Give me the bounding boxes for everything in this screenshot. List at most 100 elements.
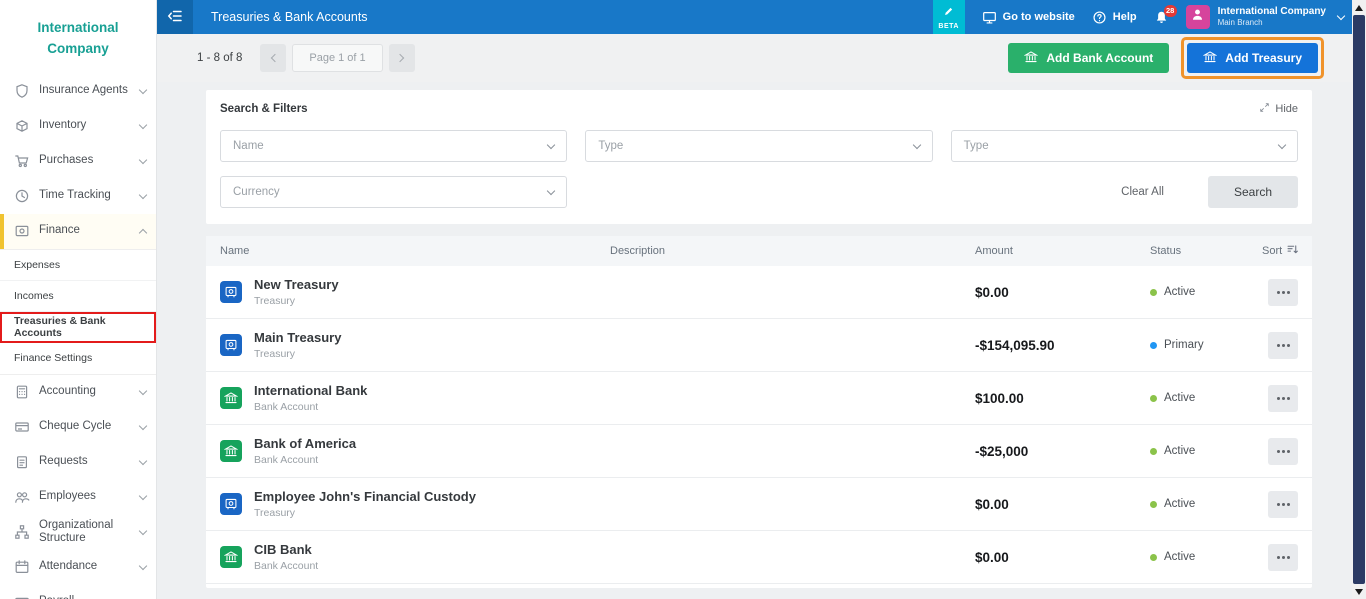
hide-filters-button[interactable]: Hide: [1259, 102, 1298, 116]
list-toolbar: 1 - 8 of 8 Page 1 of 1 Add Bank Account …: [157, 34, 1366, 82]
sidebar-item-requests[interactable]: Requests: [0, 445, 156, 480]
sidebar-item-accounting[interactable]: Accounting: [0, 375, 156, 410]
account-amount: $0.00: [975, 550, 1150, 565]
account-name[interactable]: International Bank: [254, 383, 367, 398]
sidebar-item-finance[interactable]: Finance: [0, 214, 156, 249]
row-actions-button[interactable]: [1268, 279, 1298, 306]
chevron-right-icon: [396, 54, 404, 62]
status-label: Active: [1164, 392, 1195, 404]
status-dot: [1150, 289, 1157, 296]
sidebar-subitem-finance-settings[interactable]: Finance Settings: [0, 343, 156, 374]
scrollbar[interactable]: [1352, 0, 1366, 599]
bank-icon: [1024, 50, 1038, 67]
sort-control[interactable]: Sort: [1262, 243, 1302, 259]
account-type-label: Bank Account: [254, 560, 318, 572]
treasury-icon: [220, 281, 242, 303]
row-actions-button[interactable]: [1268, 491, 1298, 518]
page-title: Treasuries & Bank Accounts: [211, 10, 368, 24]
account-name[interactable]: Bank of America: [254, 436, 356, 451]
sidebar-item-payroll[interactable]: Payroll: [0, 585, 156, 599]
org-icon: [14, 524, 30, 540]
go-to-website-link[interactable]: Go to website: [982, 10, 1075, 25]
treasury-icon: [1203, 50, 1217, 67]
sidebar: International Company Insurance Agents I…: [0, 0, 157, 599]
scroll-up-button[interactable]: [1352, 0, 1366, 15]
chevron-down-icon: [139, 191, 147, 199]
company-switcher[interactable]: International Company Main Branch: [1186, 5, 1344, 29]
finance-submenu: ExpensesIncomesTreasuries & Bank Account…: [0, 249, 156, 375]
bank-icon: [220, 387, 242, 409]
finance-icon: [14, 223, 30, 239]
currency-filter-dropdown[interactable]: Currency: [220, 176, 567, 208]
account-name[interactable]: CIB Bank: [254, 542, 318, 557]
sidebar-item-insurance-agents[interactable]: Insurance Agents: [0, 74, 156, 109]
status-dot: [1150, 342, 1157, 349]
bank-icon: [220, 440, 242, 462]
sidebar-item-time-tracking[interactable]: Time Tracking: [0, 179, 156, 214]
employees-icon: [14, 489, 30, 505]
row-actions-button[interactable]: [1268, 544, 1298, 571]
type-filter-dropdown-2[interactable]: Type: [951, 130, 1298, 162]
account-status: Active: [1150, 551, 1262, 563]
chevron-down-icon: [1337, 11, 1345, 19]
sidebar-collapse-button[interactable]: [157, 0, 193, 34]
chevron-down-icon: [139, 422, 147, 430]
sidebar-subitem-incomes[interactable]: Incomes: [0, 281, 156, 312]
row-actions-button[interactable]: [1268, 438, 1298, 465]
scrollbar-thumb[interactable]: [1353, 15, 1365, 584]
account-company-name: International Company: [1218, 6, 1326, 19]
triangle-down-icon: [1355, 589, 1363, 595]
account-status: Active: [1150, 498, 1262, 510]
status-label: Active: [1164, 498, 1195, 510]
account-name[interactable]: Main Treasury: [254, 330, 341, 345]
requests-icon: [14, 454, 30, 470]
chevron-down-icon: [139, 562, 147, 570]
annotation-highlight-orange: Add Treasury: [1181, 37, 1324, 79]
table-row: Bank of America Bank Account -$25,000 Ac…: [206, 425, 1312, 478]
sidebar-item-employees[interactable]: Employees: [0, 480, 156, 515]
prev-page-button[interactable]: [260, 44, 286, 72]
account-amount: $0.00: [975, 497, 1150, 512]
chevron-down-icon: [139, 387, 147, 395]
status-label: Active: [1164, 286, 1195, 298]
sidebar-subitem-treasuries-bank-accounts[interactable]: Treasuries & Bank Accounts: [0, 312, 156, 343]
sidebar-finance-section: Finance: [0, 214, 156, 249]
type-filter-dropdown-1[interactable]: Type: [585, 130, 932, 162]
search-button[interactable]: Search: [1208, 176, 1298, 208]
chevron-down-icon: [139, 156, 147, 164]
column-header-status: Status: [1150, 245, 1262, 257]
clear-all-button[interactable]: Clear All: [1121, 186, 1164, 198]
chevron-left-icon: [271, 54, 279, 62]
add-bank-account-button[interactable]: Add Bank Account: [1008, 43, 1169, 73]
help-link[interactable]: Help: [1092, 10, 1137, 25]
sidebar-item-inventory[interactable]: Inventory: [0, 109, 156, 144]
topbar: Treasuries & Bank Accounts BETA Go to we…: [157, 0, 1366, 34]
sidebar-subitem-expenses[interactable]: Expenses: [0, 250, 156, 281]
sidebar-item-organizational-structure[interactable]: Organizational Structure: [0, 515, 156, 550]
name-filter-dropdown[interactable]: Name: [220, 130, 567, 162]
account-type-label: Bank Account: [254, 454, 356, 466]
row-actions-button[interactable]: [1268, 385, 1298, 412]
notifications-button[interactable]: 28: [1154, 10, 1169, 25]
table-row: CIB Bank Bank Account $0.00 Active: [206, 531, 1312, 584]
chevron-down-icon: [1278, 140, 1286, 148]
purchases-icon: [14, 153, 30, 169]
status-dot: [1150, 448, 1157, 455]
account-type-label: Bank Account: [254, 401, 367, 413]
sidebar-item-attendance[interactable]: Attendance: [0, 550, 156, 585]
sidebar-item-cheque-cycle[interactable]: Cheque Cycle: [0, 410, 156, 445]
table-body: New Treasury Treasury $0.00 Active Main …: [206, 266, 1312, 584]
account-amount: $0.00: [975, 285, 1150, 300]
treasury-icon: [220, 493, 242, 515]
add-treasury-button[interactable]: Add Treasury: [1187, 43, 1318, 73]
page-indicator: Page 1 of 1: [292, 44, 382, 72]
row-actions-button[interactable]: [1268, 332, 1298, 359]
sidebar-item-purchases[interactable]: Purchases: [0, 144, 156, 179]
account-name[interactable]: Employee John's Financial Custody: [254, 489, 476, 504]
account-status: Primary: [1150, 339, 1262, 351]
triangle-up-icon: [1355, 5, 1363, 11]
scroll-down-button[interactable]: [1352, 584, 1366, 599]
app-window: International Company Insurance Agents I…: [0, 0, 1366, 599]
next-page-button[interactable]: [389, 44, 415, 72]
account-name[interactable]: New Treasury: [254, 277, 339, 292]
